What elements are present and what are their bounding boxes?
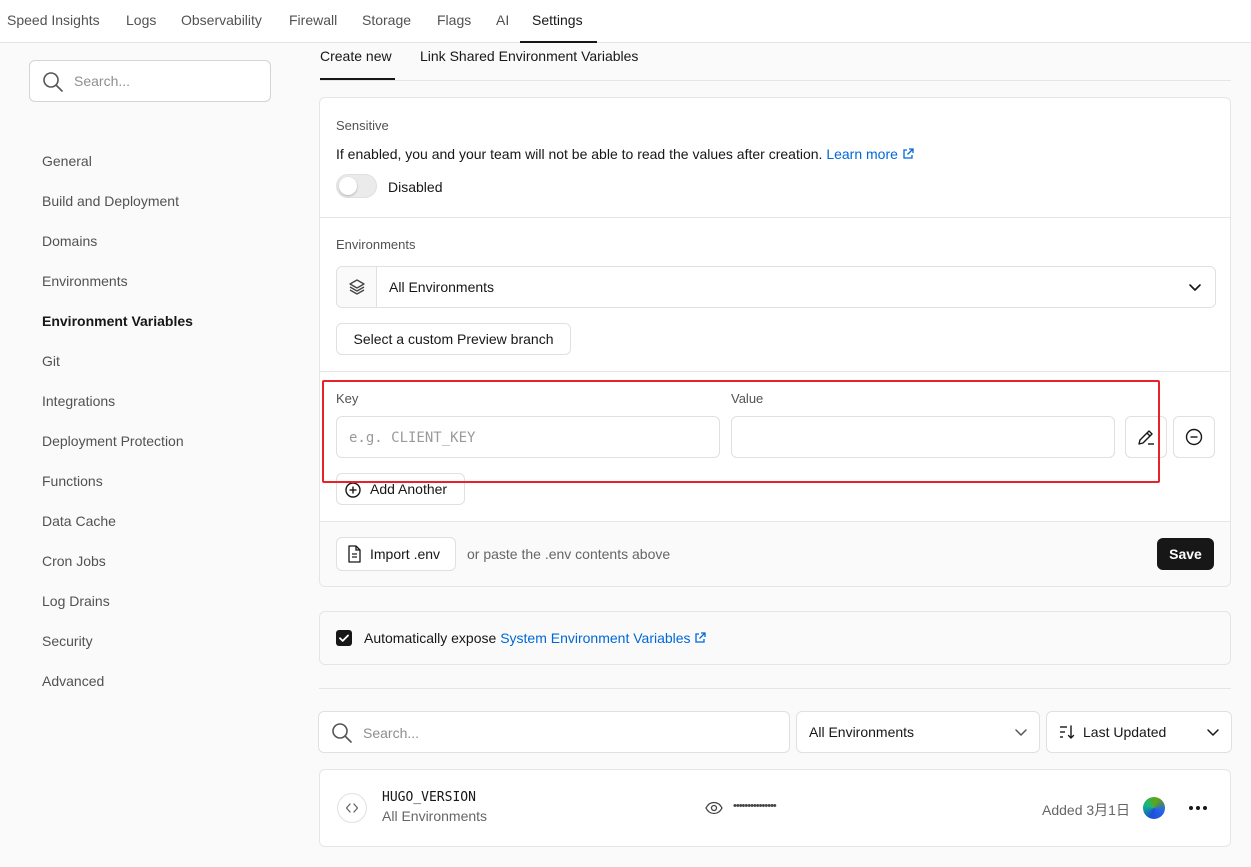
add-another-button[interactable]: Add Another <box>336 473 465 505</box>
sidebar-item-environments[interactable]: Environments <box>42 273 128 289</box>
tab-create-new[interactable]: Create new <box>320 48 392 64</box>
key-label: Key <box>336 391 359 406</box>
sensitive-label: Sensitive <box>336 118 389 133</box>
sort-dropdown[interactable]: Last Updated <box>1046 711 1232 753</box>
layers-icon-box <box>337 267 377 307</box>
chevron-down-icon <box>1015 729 1027 736</box>
subtab-divider <box>320 80 1231 81</box>
system-env-vars-label: System Environment Variables <box>500 630 691 646</box>
code-icon <box>345 803 359 813</box>
sidebar-item-build-and-deployment[interactable]: Build and Deployment <box>42 193 179 209</box>
pencil-icon <box>1138 430 1154 445</box>
minus-circle-icon <box>1185 428 1203 446</box>
auto-expose-section: Automatically expose System Environment … <box>319 611 1231 665</box>
tab-ai[interactable]: AI <box>496 12 509 28</box>
external-link-icon <box>695 632 707 643</box>
sensitive-toggle-state: Disabled <box>388 179 443 195</box>
active-tab-indicator <box>520 41 597 43</box>
env-var-key: HUGO_VERSION <box>382 790 476 805</box>
sensitive-description-text: If enabled, you and your team will not b… <box>336 146 823 162</box>
import-env-button[interactable]: Import .env <box>336 537 456 571</box>
edit-value-button[interactable] <box>1125 416 1167 458</box>
chevron-down-icon <box>1189 284 1201 291</box>
save-button[interactable]: Save <box>1157 538 1214 570</box>
check-icon <box>339 634 349 642</box>
value-input[interactable] <box>744 428 1094 448</box>
toggle-knob <box>339 177 357 195</box>
env-var-row[interactable]: HUGO_VERSION All Environments ••••••••••… <box>319 769 1231 847</box>
environments-selected: All Environments <box>389 279 495 295</box>
code-icon-badge <box>337 793 367 823</box>
tab-flags[interactable]: Flags <box>437 12 471 28</box>
sidebar-item-advanced[interactable]: Advanced <box>42 673 104 689</box>
sidebar-item-integrations[interactable]: Integrations <box>42 393 115 409</box>
sort-icon <box>1060 725 1075 739</box>
learn-more-link[interactable]: Learn more <box>826 146 914 162</box>
environment-filter[interactable]: All Environments <box>796 711 1040 753</box>
key-field[interactable] <box>336 416 720 458</box>
avatar <box>1143 797 1165 819</box>
learn-more-label: Learn more <box>826 146 898 162</box>
tab-firewall[interactable]: Firewall <box>289 12 337 28</box>
env-var-added-date: Added 3月1日 <box>1042 802 1130 818</box>
external-link-icon <box>903 148 914 159</box>
sidebar-item-functions[interactable]: Functions <box>42 473 103 489</box>
variables-search-input[interactable] <box>363 723 763 743</box>
key-input[interactable] <box>349 428 699 448</box>
chevron-down-icon <box>1207 729 1219 736</box>
tab-speed-insights[interactable]: Speed Insights <box>7 12 100 28</box>
environments-select[interactable]: All Environments <box>336 266 1216 308</box>
tab-settings[interactable]: Settings <box>532 12 583 28</box>
environments-label: Environments <box>336 237 416 252</box>
search-icon <box>332 723 352 743</box>
sensitive-description: If enabled, you and your team will not b… <box>336 146 914 162</box>
add-another-label: Add Another <box>370 481 448 497</box>
sidebar-item-git[interactable]: Git <box>42 353 60 369</box>
sidebar-item-general[interactable]: General <box>42 153 92 169</box>
tab-observability[interactable]: Observability <box>181 12 262 28</box>
sidebar-item-deployment-protection[interactable]: Deployment Protection <box>42 433 184 449</box>
divider <box>319 688 1231 689</box>
sidebar-item-cron-jobs[interactable]: Cron Jobs <box>42 553 106 569</box>
auto-expose-checkbox[interactable] <box>336 630 352 646</box>
variables-search[interactable] <box>318 711 790 753</box>
divider <box>320 217 1230 218</box>
paste-hint: or paste the .env contents above <box>467 546 671 562</box>
tab-link-shared[interactable]: Link Shared Environment Variables <box>420 48 638 64</box>
create-env-var-card: Sensitive If enabled, you and your team … <box>319 97 1231 587</box>
top-navigation: Speed Insights Logs Observability Firewa… <box>0 0 1251 43</box>
value-field[interactable] <box>731 416 1115 458</box>
custom-preview-branch-button[interactable]: Select a custom Preview branch <box>336 323 571 355</box>
sidebar-item-log-drains[interactable]: Log Drains <box>42 593 110 609</box>
sensitive-toggle[interactable] <box>336 174 377 198</box>
sidebar-item-data-cache[interactable]: Data Cache <box>42 513 116 529</box>
search-icon <box>43 72 63 92</box>
sidebar-search[interactable] <box>29 60 271 102</box>
plus-circle-icon <box>345 482 361 498</box>
tab-logs[interactable]: Logs <box>126 12 156 28</box>
tab-storage[interactable]: Storage <box>362 12 411 28</box>
system-env-vars-link[interactable]: System Environment Variables <box>500 630 707 646</box>
active-subtab-indicator <box>320 78 395 80</box>
divider <box>320 371 1230 372</box>
auto-expose-label: Automatically expose <box>364 630 497 646</box>
auto-expose-text: Automatically expose System Environment … <box>364 630 707 646</box>
env-var-environments: All Environments <box>382 808 488 824</box>
form-footer <box>320 521 1230 586</box>
environment-filter-value: All Environments <box>809 724 915 740</box>
import-env-label: Import .env <box>370 546 441 562</box>
sidebar-item-domains[interactable]: Domains <box>42 233 97 249</box>
more-options-icon[interactable] <box>1188 805 1208 811</box>
sidebar-item-environment-variables[interactable]: Environment Variables <box>42 313 193 329</box>
sidebar-item-security[interactable]: Security <box>42 633 93 649</box>
file-icon <box>348 545 361 563</box>
value-label: Value <box>731 391 764 406</box>
env-var-masked-value: ••••••••••••••• <box>733 800 777 812</box>
remove-row-button[interactable] <box>1173 416 1215 458</box>
sort-value: Last Updated <box>1083 724 1167 740</box>
eye-icon[interactable] <box>705 801 723 815</box>
sidebar-search-input[interactable] <box>74 71 254 91</box>
layers-icon <box>349 279 365 295</box>
